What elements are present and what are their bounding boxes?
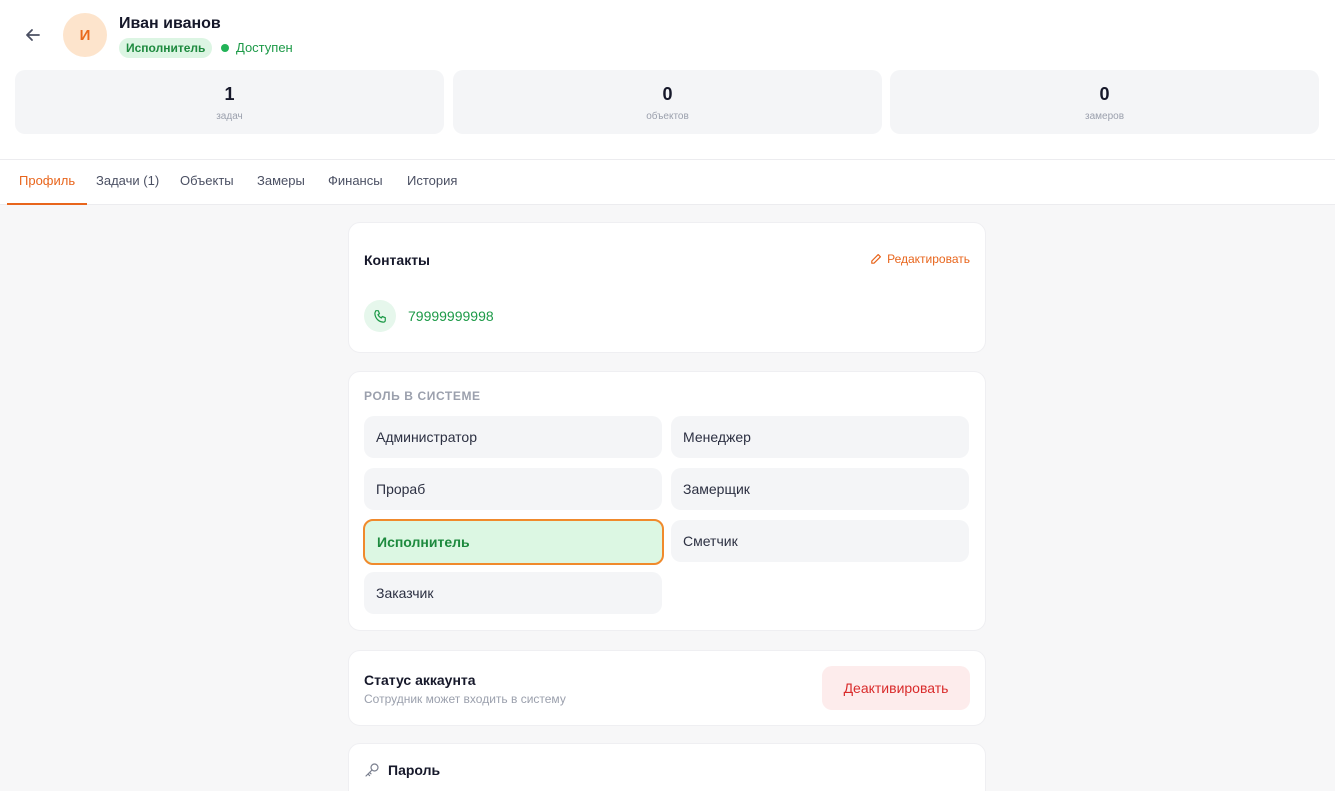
role-option-measurer[interactable]: Замерщик xyxy=(671,468,969,510)
phone-icon-wrap xyxy=(364,300,396,332)
phone-number-link[interactable]: 79999999998 xyxy=(408,308,494,324)
stat-value: 0 xyxy=(662,84,673,104)
role-option-executor[interactable]: Исполнитель xyxy=(363,519,664,565)
account-status-description: Сотрудник может входить в систему xyxy=(364,692,566,706)
stat-tasks: 1 задач xyxy=(15,70,444,134)
tab-history[interactable]: История xyxy=(407,160,457,205)
tab-measurements[interactable]: Замеры xyxy=(257,160,305,205)
contacts-card: Контакты Редактировать 79999999998 xyxy=(348,222,986,353)
tab-finance[interactable]: Финансы xyxy=(328,160,383,205)
stat-measurements: 0 замеров xyxy=(890,70,1319,134)
tab-objects[interactable]: Объекты xyxy=(180,160,234,205)
pencil-icon xyxy=(871,254,882,264)
role-option-estimator[interactable]: Сметчик xyxy=(671,520,969,562)
stat-objects: 0 объектов xyxy=(453,70,882,134)
role-option-administrator[interactable]: Администратор xyxy=(364,416,662,458)
back-button[interactable] xyxy=(20,22,46,48)
password-header: Пароль xyxy=(364,762,440,778)
stat-label: задач xyxy=(216,111,243,122)
tab-profile[interactable]: Профиль xyxy=(7,160,88,205)
account-status-title: Статус аккаунта xyxy=(364,672,476,688)
availability-label: Доступен xyxy=(236,40,293,55)
account-status-card: Статус аккаунта Сотрудник может входить … xyxy=(348,650,986,726)
phone-icon xyxy=(373,309,386,323)
user-name: Иван иванов xyxy=(119,15,221,32)
role-caption: РОЛЬ В СИСТЕМЕ xyxy=(364,389,481,403)
edit-label: Редактировать xyxy=(887,252,970,266)
contacts-title: Контакты xyxy=(364,252,431,268)
key-icon xyxy=(365,763,379,777)
status-dot-icon xyxy=(221,43,229,52)
tab-tasks[interactable]: Задачи (1) xyxy=(96,160,159,205)
arrow-left-icon xyxy=(26,29,40,41)
role-option-foreman[interactable]: Прораб xyxy=(364,468,662,510)
stat-value: 1 xyxy=(224,84,235,104)
edit-contacts-button[interactable]: Редактировать xyxy=(870,252,970,266)
avatar: И xyxy=(63,13,107,57)
role-option-manager[interactable]: Менеджер xyxy=(671,416,969,458)
stat-label: замеров xyxy=(1084,111,1125,122)
stat-label: объектов xyxy=(646,111,689,122)
profile-header: И Иван иванов Исполнитель Доступен 1 зад… xyxy=(0,0,1335,160)
availability-status: Доступен xyxy=(221,40,293,55)
password-card: Пароль xyxy=(348,743,986,791)
deactivate-button[interactable]: Деактивировать xyxy=(822,666,970,710)
role-card: РОЛЬ В СИСТЕМЕ Администратор Менеджер Пр… xyxy=(348,371,986,631)
role-badge: Исполнитель xyxy=(119,38,213,58)
role-option-customer[interactable]: Заказчик xyxy=(364,572,662,614)
stat-value: 0 xyxy=(1099,84,1110,104)
password-title: Пароль xyxy=(388,762,441,778)
tab-bar: Профиль Задачи (1) Объекты Замеры Финанс… xyxy=(0,160,1335,205)
